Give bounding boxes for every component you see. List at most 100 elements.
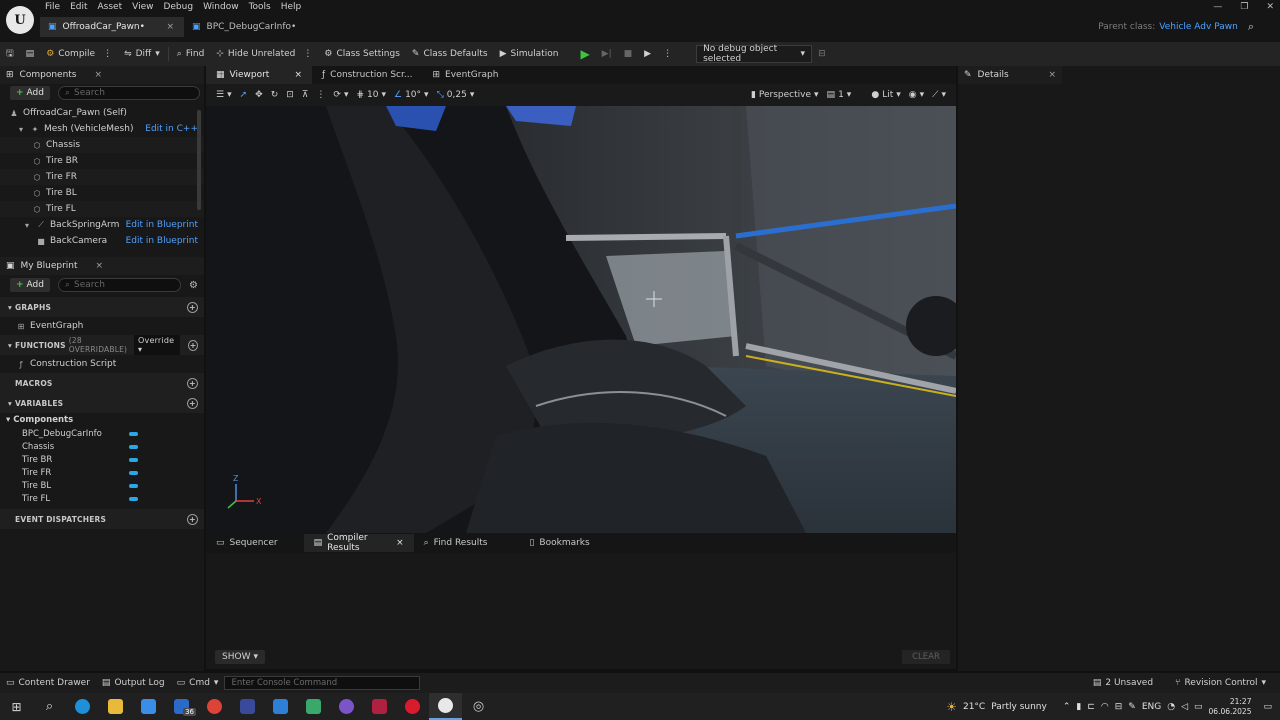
hide-unrelated-button[interactable]: ⊹ Hide Unrelated ⋮ <box>210 42 318 66</box>
menu-tools[interactable]: Tools <box>244 0 276 14</box>
section-functions[interactable]: ▾ FUNCTIONS (28 OVERRIDABLE) Override ▾ … <box>0 335 204 355</box>
grid-snap-button[interactable]: ⋕ 10 ▾ <box>352 84 390 106</box>
viewport-render[interactable]: Z X <box>206 106 956 533</box>
more-icon[interactable]: ⋮ <box>312 84 329 106</box>
pen-icon[interactable]: ✎ <box>1128 702 1136 712</box>
perspective-button[interactable]: ▮ Perspective ▾ <box>747 84 823 106</box>
notepad-icon[interactable] <box>231 693 264 720</box>
add-member-button[interactable]: + Add <box>10 278 50 292</box>
section-graphs[interactable]: ▾ GRAPHS + <box>0 297 204 317</box>
unreal-logo-icon[interactable]: U <box>6 6 34 34</box>
variable-item-tire-fl[interactable]: Tire FL <box>0 492 204 505</box>
clock[interactable]: 21:27 06.06.2025 <box>1209 697 1252 717</box>
chevron-down-icon[interactable]: ▾ <box>16 125 26 134</box>
details-tab[interactable]: ✎ Details × <box>958 66 1062 84</box>
tree-item-backcamera[interactable]: ■ BackCamera Edit in Blueprint <box>0 233 204 249</box>
viber-icon[interactable] <box>330 693 363 720</box>
close-window-icon[interactable]: ✕ <box>1266 2 1274 12</box>
search-icon[interactable]: ⌕ <box>33 693 66 720</box>
chevron-down-icon[interactable]: ▾ <box>22 221 32 230</box>
my-blueprint-search-input[interactable]: ⌕ Search <box>57 278 182 292</box>
compile-button[interactable]: ⚙ Compile ⋮ <box>40 42 118 66</box>
project-icon[interactable] <box>297 693 330 720</box>
components-scrollbar[interactable] <box>197 110 201 210</box>
translate-mode-icon[interactable]: ✥ <box>251 84 267 106</box>
variable-item-tire-bl[interactable]: Tire BL <box>0 479 204 492</box>
close-icon[interactable]: × <box>1048 70 1056 80</box>
close-icon[interactable]: × <box>95 70 103 80</box>
edit-in-blueprint-link[interactable]: Edit in Blueprint <box>126 220 204 230</box>
my-blueprint-tab[interactable]: ▣ My Blueprint × <box>0 257 204 275</box>
stop-icon[interactable]: ■ <box>618 42 639 66</box>
headset-icon[interactable]: ◠ <box>1101 702 1109 712</box>
tab-sequencer[interactable]: ▭ Sequencer <box>206 534 288 552</box>
variable-category-components[interactable]: ▾ Components <box>0 413 204 427</box>
section-variables[interactable]: ▾ VARIABLES + <box>0 393 204 413</box>
add-component-button[interactable]: + Add <box>10 86 50 100</box>
edit-in-blueprint-link[interactable]: Edit in Blueprint <box>126 236 204 246</box>
menu-edit[interactable]: Edit <box>65 0 92 14</box>
search-icon[interactable]: ⌕ <box>1248 20 1254 34</box>
clear-button[interactable]: CLEAR <box>902 650 950 664</box>
edit-in-cpp-link[interactable]: Edit in C++ <box>145 124 204 134</box>
view-mode-button[interactable]: ● Lit ▾ <box>867 84 904 106</box>
override-dropdown[interactable]: Override ▾ <box>134 335 181 355</box>
content-drawer-button[interactable]: ▭ Content Drawer <box>0 673 96 693</box>
language-indicator[interactable]: ENG <box>1142 702 1161 712</box>
class-settings-button[interactable]: ⚙ Class Settings <box>318 42 406 66</box>
select-mode-icon[interactable]: ➚ <box>236 84 252 106</box>
menu-asset[interactable]: Asset <box>93 0 128 14</box>
cmd-button[interactable]: ▭ Cmd ▾ <box>171 673 225 693</box>
function-item-construction-script[interactable]: ƒ Construction Script <box>0 355 204 373</box>
close-icon[interactable]: × <box>166 22 174 32</box>
debug-filter-icon[interactable]: ⊟ <box>812 42 832 66</box>
step-icon[interactable]: ▶| <box>596 42 618 66</box>
variable-item-tire-fr[interactable]: Tire FR <box>0 466 204 479</box>
chrome-icon[interactable] <box>198 693 231 720</box>
output-log-button[interactable]: ▤ Output Log <box>96 673 171 693</box>
find-button[interactable]: ⌕ Find <box>171 42 211 66</box>
wifi-icon[interactable]: ◔ <box>1167 702 1175 712</box>
microphone-icon[interactable]: ▮ <box>1076 702 1081 712</box>
tree-item-tire-fl[interactable]: ⬡ Tire FL <box>0 201 204 217</box>
unsaved-button[interactable]: ▤ 2 Unsaved <box>1087 673 1159 693</box>
variable-item-tire-br[interactable]: Tire BR <box>0 453 204 466</box>
tree-item-tire-bl[interactable]: ⬡ Tire BL <box>0 185 204 201</box>
notifications-icon[interactable]: ▭ <box>1263 702 1272 712</box>
opera-icon[interactable] <box>396 693 429 720</box>
doc-tab-bpc-debugcarinfo[interactable]: ▣ BPC_DebugCarInfo• <box>184 17 306 37</box>
restore-icon[interactable]: ❐ <box>1240 2 1248 12</box>
tab-construction-script[interactable]: ƒ Construction Scr... <box>312 66 422 84</box>
minimize-icon[interactable]: — <box>1213 2 1222 12</box>
network-icon[interactable]: ⊟ <box>1115 702 1123 712</box>
add-variable-icon[interactable]: + <box>187 397 198 409</box>
add-dispatcher-icon[interactable]: + <box>187 513 198 525</box>
eject-icon[interactable]: ▶ <box>638 42 657 66</box>
class-defaults-button[interactable]: ✎ Class Defaults <box>406 42 494 66</box>
surface-snap-icon[interactable]: ⊼ <box>298 84 313 106</box>
tab-compiler-results[interactable]: ▤ Compiler Results × <box>303 533 414 553</box>
rotate-mode-icon[interactable]: ↻ <box>267 84 283 106</box>
diff-button[interactable]: ⇋ Diff ▾ <box>118 42 166 66</box>
more-icon[interactable]: ⋮ <box>657 42 678 66</box>
volume-icon[interactable]: ◁ <box>1181 702 1188 712</box>
more-icon[interactable]: ⋮ <box>303 49 312 59</box>
usb-icon[interactable]: ⊏ <box>1087 702 1095 712</box>
epic-launcher-icon[interactable]: ◎ <box>462 693 495 720</box>
debug-object-select[interactable]: No debug object selected ▾ <box>696 44 813 64</box>
weather-description[interactable]: Partly sunny <box>991 702 1047 712</box>
tab-eventgraph[interactable]: ⊞ EventGraph <box>422 66 508 84</box>
console-input[interactable]: Enter Console Command <box>224 676 421 690</box>
tree-item-self[interactable]: ♟ OffroadCar_Pawn (Self) <box>0 105 204 121</box>
section-macros[interactable]: MACROS + <box>0 373 204 393</box>
add-macro-icon[interactable]: + <box>187 377 198 389</box>
more-icon[interactable]: ⋮ <box>103 49 112 59</box>
weather-temperature[interactable]: 21°C <box>963 702 985 712</box>
calendar-app-icon[interactable] <box>132 693 165 720</box>
save-icon[interactable]: 🖫 <box>0 42 20 66</box>
components-search-input[interactable]: ⌕ Search <box>57 86 200 100</box>
chevron-up-icon[interactable]: ⌃ <box>1063 702 1071 712</box>
viewport-options-button[interactable]: ☰ ▾ <box>212 84 236 106</box>
simulation-button[interactable]: ▶ Simulation <box>494 42 565 66</box>
play-button[interactable]: ▶ <box>574 42 595 66</box>
